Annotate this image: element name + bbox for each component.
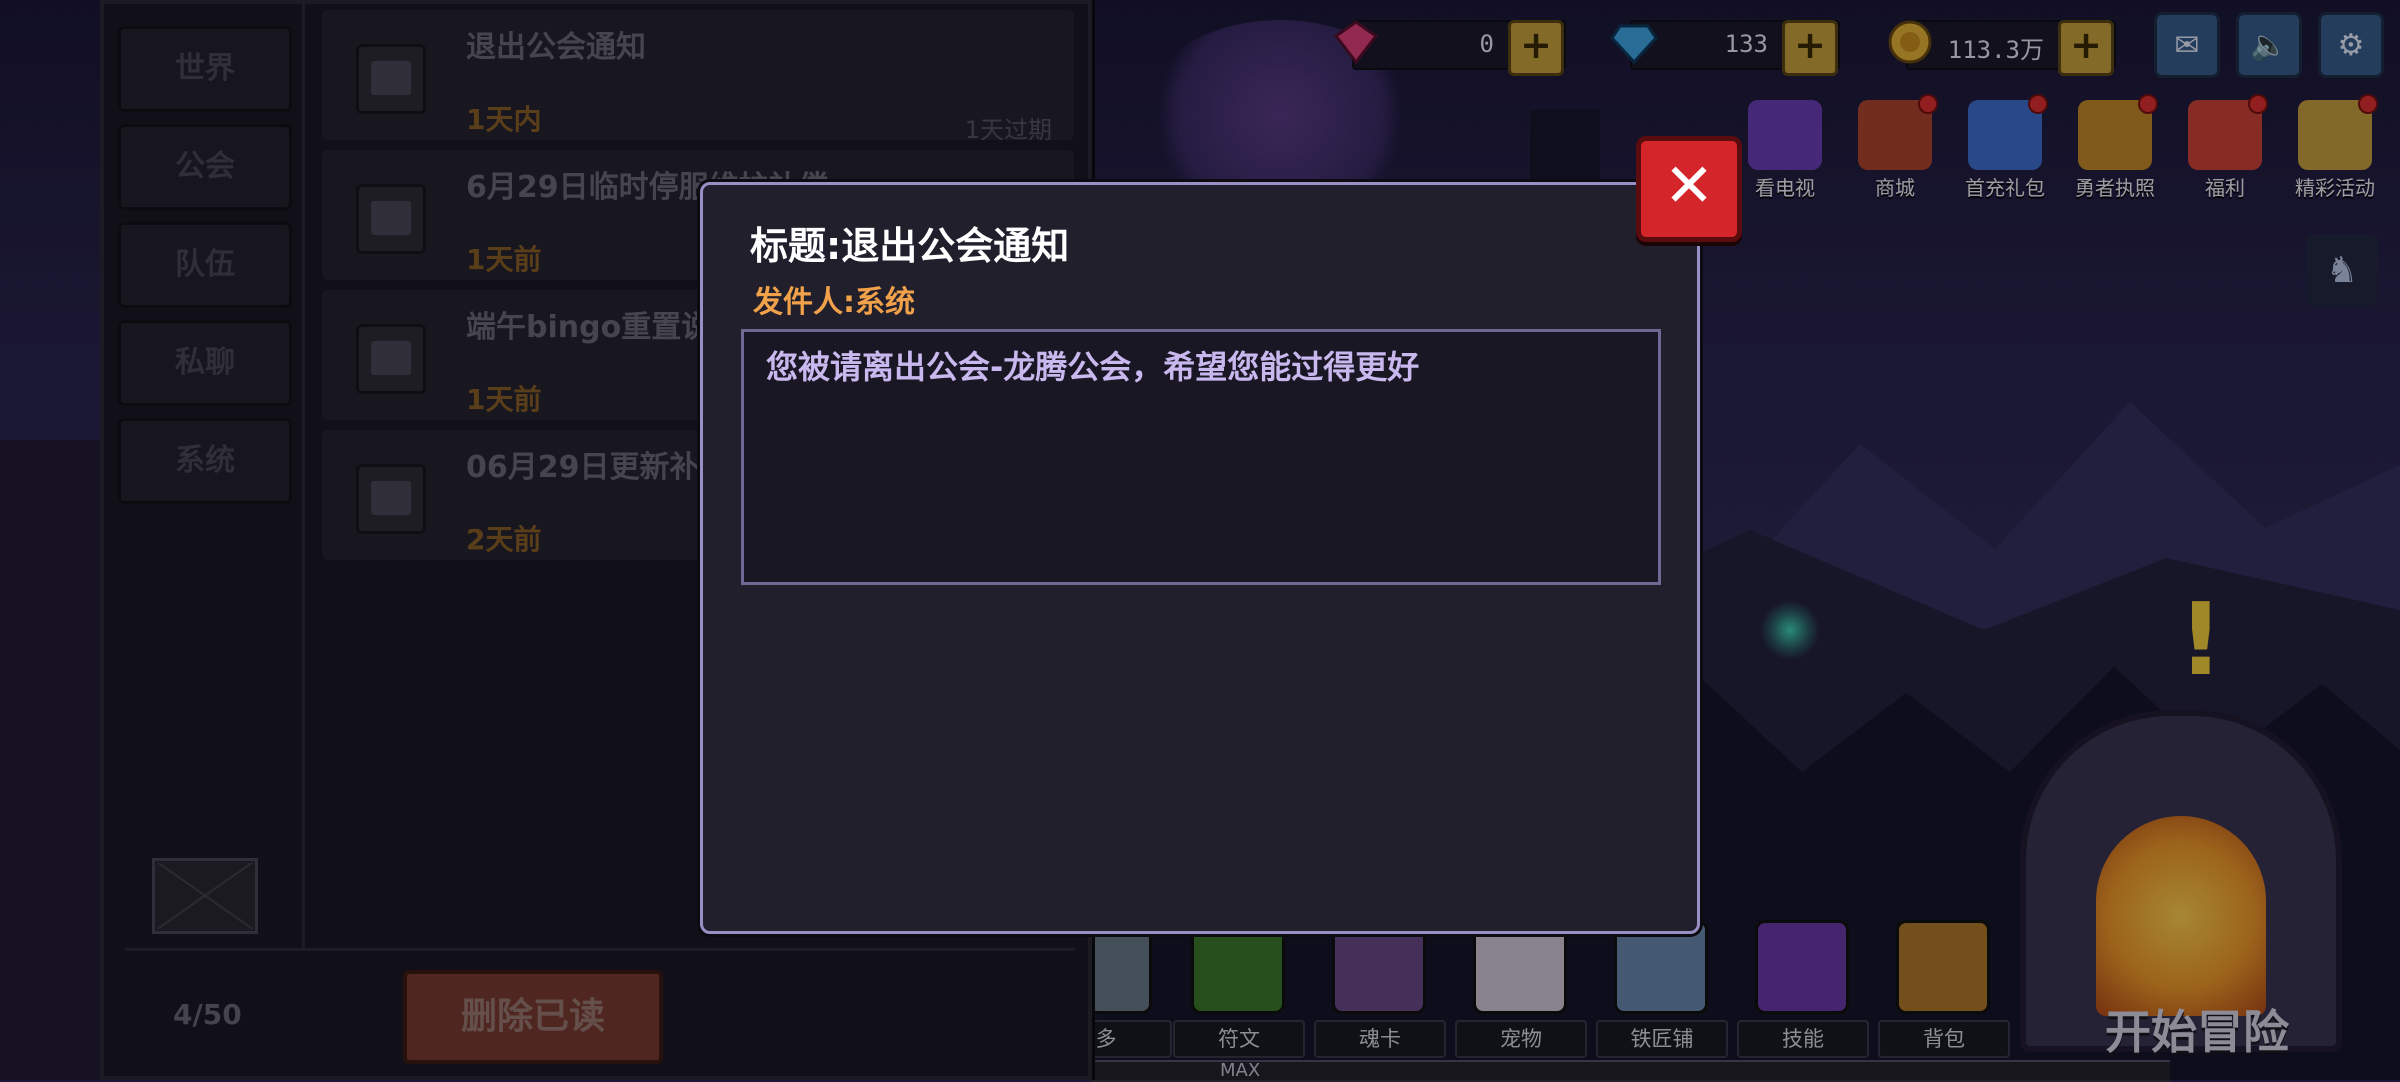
- close-button[interactable]: ✕: [1636, 136, 1742, 242]
- mail-detail-body: 您被请离出公会-龙腾公会，希望您能过得更好: [766, 348, 1420, 386]
- mail-detail-dialog: 标题:退出公会通知 发件人:系统 您被请离出公会-龙腾公会，希望您能过得更好: [700, 182, 1700, 934]
- mail-detail-sender: 发件人:系统: [753, 285, 915, 320]
- mail-detail-title: 标题:退出公会通知: [750, 224, 1070, 268]
- mail-detail-body-box: 您被请离出公会-龙腾公会，希望您能过得更好: [741, 329, 1661, 585]
